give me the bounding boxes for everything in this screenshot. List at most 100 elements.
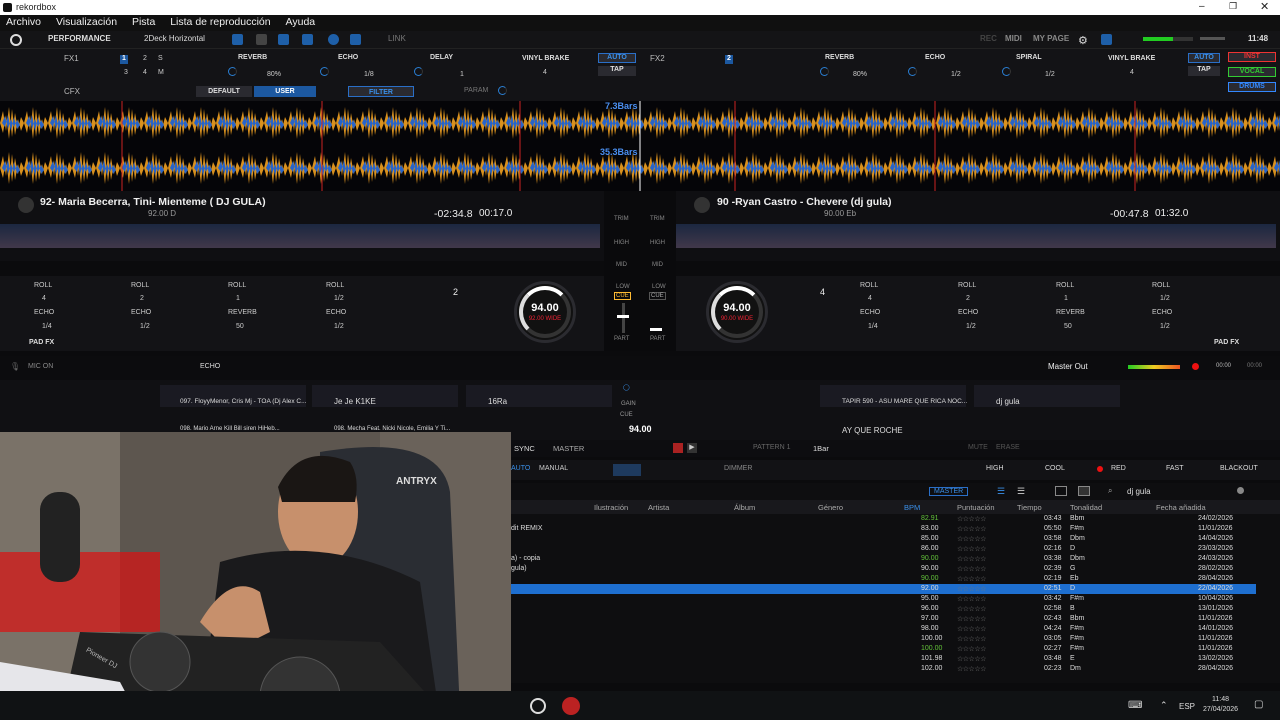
- table-row[interactable]: 101.98 03:48 E 13/02/2026 ☆☆☆☆☆: [511, 654, 1256, 664]
- fx1-tap-button[interactable]: TAP: [598, 66, 636, 76]
- fx2-deck2-button[interactable]: 2: [725, 55, 733, 64]
- col-time[interactable]: Tiempo: [1017, 503, 1042, 512]
- rating-stars[interactable]: ☆☆☆☆☆: [957, 665, 986, 673]
- notification-icon[interactable]: ▢: [1254, 699, 1263, 710]
- detail-view-icon[interactable]: ☰: [1017, 486, 1027, 496]
- lighting-auto-button[interactable]: AUTO: [511, 465, 530, 472]
- deck2-pad-6[interactable]: ECHO: [958, 309, 978, 316]
- close-icon[interactable]: ✕: [1260, 0, 1269, 13]
- cfx-default-button[interactable]: DEFAULT: [196, 86, 252, 97]
- waveform-area[interactable]: 7.3Bars 35.3Bars: [0, 101, 1280, 191]
- mixer-icon[interactable]: [302, 34, 313, 45]
- maximize-icon[interactable]: ❐: [1229, 1, 1237, 12]
- taskbar-time[interactable]: 11:48: [1212, 696, 1229, 703]
- col-artist[interactable]: Artista: [648, 503, 669, 512]
- deck1-jog[interactable]: 94.00 92.00 WIDE: [514, 281, 576, 343]
- deck2-pad-4[interactable]: ROLL: [1152, 282, 1170, 289]
- deck1-overview[interactable]: [0, 224, 600, 248]
- rating-stars[interactable]: ☆☆☆☆☆: [957, 535, 986, 543]
- gear-icon[interactable]: ⚙: [1078, 34, 1088, 47]
- sampler-gain-knob[interactable]: ◯: [623, 384, 630, 391]
- sampler-cue-button[interactable]: CUE: [620, 412, 633, 418]
- lighting-red-select[interactable]: RED: [1111, 465, 1126, 472]
- deck1-pad-1[interactable]: ROLL: [34, 282, 52, 289]
- mode-select[interactable]: PERFORMANCE: [48, 34, 111, 43]
- param-knob[interactable]: [498, 86, 507, 95]
- fx-panel-icon[interactable]: [232, 34, 243, 45]
- taskbar-date[interactable]: 27/04/2026: [1203, 706, 1238, 713]
- menu-lista[interactable]: Lista de reproducción: [164, 15, 276, 29]
- rekordbox-taskbar-icon[interactable]: [562, 697, 580, 715]
- rating-stars[interactable]: ☆☆☆☆☆: [957, 595, 986, 603]
- monitor-icon[interactable]: [1101, 34, 1112, 45]
- table-row[interactable]: 95.00 03:42 F#m 10/04/2026 ☆☆☆☆☆: [511, 594, 1256, 604]
- drums-button[interactable]: DRUMS: [1228, 82, 1276, 92]
- deck2-pad-3[interactable]: ROLL: [1056, 282, 1074, 289]
- deck1-pad-4[interactable]: ROLL: [326, 282, 344, 289]
- dimmer-button[interactable]: DIMMER: [724, 465, 752, 472]
- fx2-auto-button[interactable]: AUTO: [1188, 53, 1220, 63]
- bar-select[interactable]: 1Bar: [813, 444, 829, 453]
- deck2-pad-2[interactable]: ROLL: [958, 282, 976, 289]
- table-row[interactable]: 92.00 02:51 D 22/04/2026 ☆☆☆☆☆: [511, 584, 1256, 594]
- deck1-pad-2[interactable]: ROLL: [131, 282, 149, 289]
- lighting-color-bar[interactable]: [613, 464, 641, 476]
- cue-button-1[interactable]: CUE: [614, 292, 631, 300]
- rating-stars[interactable]: ☆☆☆☆☆: [957, 605, 986, 613]
- table-row[interactable]: dit REMIX 83.00 05:50 F#m 11/01/2026 ☆☆☆☆☆: [511, 524, 1256, 534]
- fx2-slot2-name[interactable]: ECHO: [925, 54, 945, 61]
- menu-ayuda[interactable]: Ayuda: [280, 15, 322, 29]
- fx1-auto-button[interactable]: AUTO: [598, 53, 636, 63]
- clear-search-icon[interactable]: [1237, 487, 1244, 494]
- table-row[interactable]: 98.00 04:24 F#m 14/01/2026 ☆☆☆☆☆: [511, 624, 1256, 634]
- seq-record-button[interactable]: [673, 443, 683, 453]
- deck2-pad-fx-button[interactable]: PAD FX: [1214, 339, 1239, 346]
- layout-select[interactable]: 2Deck Horizontal: [144, 34, 205, 43]
- master-out-select[interactable]: Master Out: [1048, 362, 1088, 371]
- deck2-overview[interactable]: [676, 224, 1276, 248]
- deck2-pad-5[interactable]: ECHO: [860, 309, 880, 316]
- minimize-icon[interactable]: –: [1199, 1, 1205, 12]
- rating-stars[interactable]: ☆☆☆☆☆: [957, 565, 986, 573]
- fader-handle-1[interactable]: [617, 315, 629, 318]
- fx1-slot3-knob[interactable]: [414, 67, 423, 76]
- rating-stars[interactable]: ☆☆☆☆☆: [957, 655, 986, 663]
- search-input[interactable]: dj gula: [1127, 487, 1151, 496]
- fx1-slot4-name[interactable]: VINYL BRAKE: [522, 55, 569, 62]
- menu-pista[interactable]: Pista: [126, 15, 161, 29]
- col-key[interactable]: Tonalidad: [1070, 503, 1102, 512]
- seq-play-button[interactable]: ▶: [687, 443, 697, 453]
- rating-stars[interactable]: ☆☆☆☆☆: [957, 625, 986, 633]
- col-bpm[interactable]: BPM: [904, 503, 920, 512]
- fader-handle-2[interactable]: [650, 328, 662, 331]
- deck2-jog[interactable]: 94.00 90.00 WIDE: [706, 281, 768, 343]
- grid-icon[interactable]: [278, 34, 289, 45]
- browser-master-button[interactable]: MASTER: [929, 487, 969, 496]
- fx2-slot1-knob[interactable]: [820, 67, 829, 76]
- fx2-slot2-knob[interactable]: [908, 67, 917, 76]
- mypage-button[interactable]: MY PAGE: [1033, 34, 1069, 43]
- mic-fx-select[interactable]: ECHO: [200, 363, 220, 370]
- fx2-slot3-name[interactable]: SPIRAL: [1016, 54, 1042, 61]
- fx1-slot3-name[interactable]: DELAY: [430, 54, 453, 61]
- fx2-slot3-knob[interactable]: [1002, 67, 1011, 76]
- mic-icon[interactable]: 🎙: [10, 362, 20, 371]
- record-indicator[interactable]: [1192, 363, 1199, 370]
- table-row[interactable]: 102.00 02:23 Dm 28/04/2026 ☆☆☆☆☆: [511, 664, 1256, 674]
- lighting-fast-select[interactable]: FAST: [1166, 465, 1184, 472]
- volume-slider[interactable]: [1200, 37, 1225, 40]
- sampler-master-button[interactable]: MASTER: [553, 444, 584, 453]
- sampler-sync-button[interactable]: SYNC: [514, 444, 535, 453]
- table-row[interactable]: 96.00 02:58 B 13/01/2026 ☆☆☆☆☆: [511, 604, 1256, 614]
- rating-stars[interactable]: ☆☆☆☆☆: [957, 615, 986, 623]
- menu-archivo[interactable]: Archivo: [0, 15, 47, 29]
- rating-stars[interactable]: ☆☆☆☆☆: [957, 645, 986, 653]
- rating-stars[interactable]: ☆☆☆☆☆: [957, 525, 986, 533]
- lighting-manual-button[interactable]: MANUAL: [539, 465, 568, 472]
- cfx-user-button[interactable]: USER: [254, 86, 316, 97]
- rating-stars[interactable]: ☆☆☆☆☆: [957, 585, 986, 593]
- panel-view-icon-2[interactable]: [1078, 486, 1090, 496]
- cfx-filter-button[interactable]: FILTER: [348, 86, 414, 97]
- inst-button[interactable]: INST: [1228, 52, 1276, 62]
- fx1-slot1-knob[interactable]: [228, 67, 237, 76]
